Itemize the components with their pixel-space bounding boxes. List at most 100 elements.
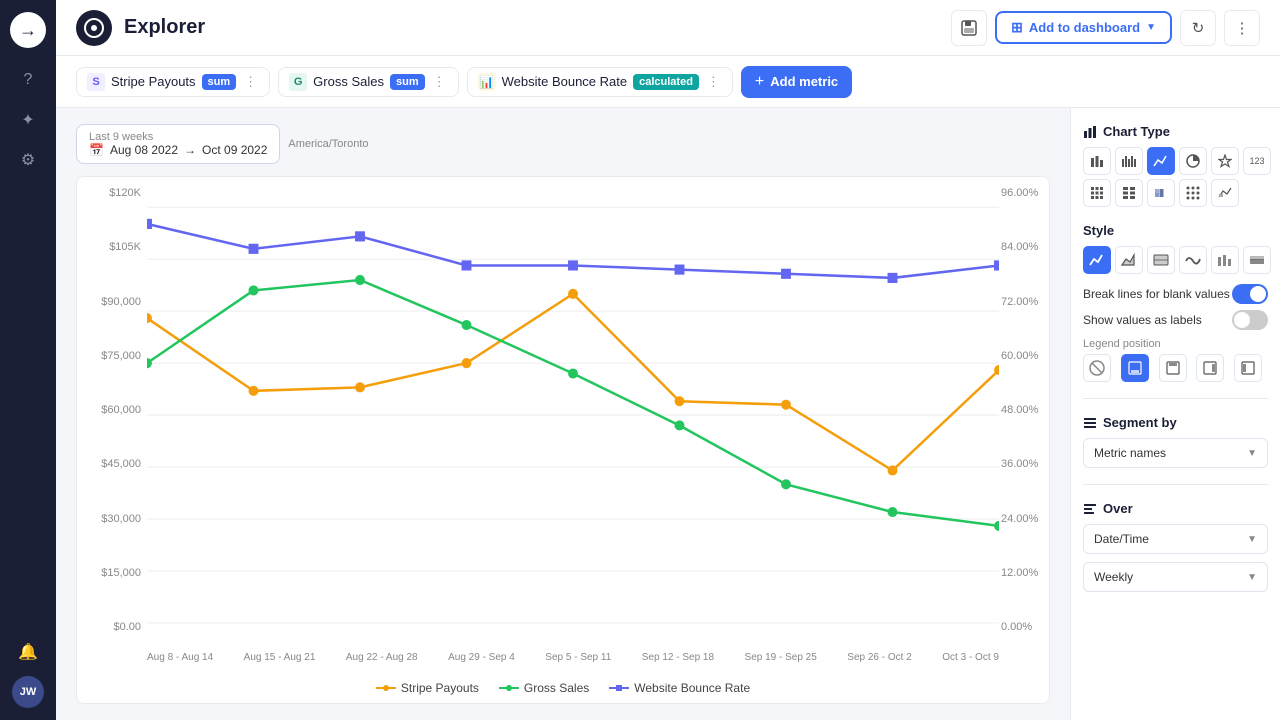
y-right-label: 96.00% [1001, 187, 1045, 199]
legend-pos-btn-2[interactable] [1159, 354, 1187, 382]
gross-sales-icon: G [289, 73, 307, 91]
x-label: Sep 12 - Sep 18 [642, 652, 714, 663]
over-dropdown[interactable]: Date/Time ▼ [1083, 524, 1268, 554]
page-title: Explorer [124, 16, 205, 39]
show-values-label: Show values as labels [1083, 313, 1202, 327]
y-left-label: $15,000 [81, 567, 141, 579]
bounce-rate-label: Website Bounce Rate [502, 74, 628, 89]
date-start: Aug 08 2022 [110, 143, 178, 157]
sidebar: → ? ✦ ⚙ 🔔 JW [0, 0, 56, 720]
chart-type-btn-5[interactable]: 123 [1243, 147, 1271, 175]
metric-chip-gross[interactable]: G Gross Sales sum ⋮ [278, 67, 458, 97]
segment-section: Segment by Metric names ▼ [1083, 415, 1268, 468]
legend-pos-btn-1[interactable] [1121, 354, 1149, 382]
x-axis-labels: Aug 8 - Aug 14Aug 15 - Aug 21Aug 22 - Au… [147, 652, 999, 663]
legend-position-grid [1083, 354, 1268, 382]
bounce-rate-icon: 📊 [478, 73, 496, 91]
y-left-label: $90,000 [81, 296, 141, 308]
sidebar-item-settings[interactable]: ⚙ [12, 144, 44, 176]
sidebar-item-explore[interactable]: ✦ [12, 104, 44, 136]
y-left-label: $60,000 [81, 404, 141, 416]
topbar: Explorer ⊞ Add to dashboard ▼ ↻ ⋮ [56, 0, 1280, 56]
y-right-label: 0.00% [1001, 621, 1045, 633]
style-section: Style Break lines for blank values Show … [1083, 223, 1268, 382]
stripe-more-icon[interactable]: ⋮ [242, 74, 259, 90]
y-right-label: 84.00% [1001, 241, 1045, 253]
more-options-button[interactable]: ⋮ [1224, 10, 1260, 46]
style-btn-3[interactable] [1179, 246, 1207, 274]
legend-stripe-label: Stripe Payouts [401, 681, 479, 695]
chart-type-grid: 123 [1083, 147, 1268, 207]
y-left-label: $75,000 [81, 350, 141, 362]
save-button[interactable] [951, 10, 987, 46]
y-axis-left: $120K$105K$90,000$75,000$60,000$45,000$3… [81, 187, 141, 633]
chart-type-btn-9[interactable] [1179, 179, 1207, 207]
show-values-toggle[interactable] [1232, 310, 1268, 330]
content-area: Last 9 weeks 📅 Aug 08 2022 → Oct 09 2022… [56, 108, 1280, 720]
x-label: Sep 19 - Sep 25 [745, 652, 817, 663]
legend-bounce: Website Bounce Rate [609, 681, 750, 695]
over-dropdown-arrow: ▼ [1247, 534, 1257, 545]
date-range-label: Last 9 weeks [89, 131, 267, 143]
style-btn-2[interactable] [1147, 246, 1175, 274]
date-range-picker[interactable]: Last 9 weeks 📅 Aug 08 2022 → Oct 09 2022 [76, 124, 280, 164]
chart-type-btn-2[interactable] [1147, 147, 1175, 175]
x-label: Sep 26 - Oct 2 [847, 652, 911, 663]
main-area: Explorer ⊞ Add to dashboard ▼ ↻ ⋮ S Stri… [56, 0, 1280, 720]
segment-dropdown-arrow: ▼ [1247, 448, 1257, 459]
metric-bar: S Stripe Payouts sum ⋮ G Gross Sales sum… [56, 56, 1280, 108]
over-placeholder: Date/Time [1094, 532, 1149, 546]
frequency-dropdown[interactable]: Weekly ▼ [1083, 562, 1268, 592]
chart-type-btn-1[interactable] [1115, 147, 1143, 175]
frequency-placeholder: Weekly [1094, 570, 1133, 584]
over-title: Over [1083, 501, 1268, 516]
style-btn-0[interactable] [1083, 246, 1111, 274]
chart-type-btn-3[interactable] [1179, 147, 1207, 175]
chart-type-btn-7[interactable] [1115, 179, 1143, 207]
chart-type-section: Chart Type 123 [1083, 124, 1268, 207]
y-right-label: 60.00% [1001, 350, 1045, 362]
sidebar-item-help[interactable]: ? [12, 64, 44, 96]
style-btn-4[interactable] [1211, 246, 1239, 274]
bounce-more-icon[interactable]: ⋮ [705, 74, 722, 90]
y-right-label: 48.00% [1001, 404, 1045, 416]
right-panel: Chart Type 123 Style Break lines for bla… [1070, 108, 1280, 720]
break-lines-toggle[interactable] [1232, 284, 1268, 304]
chart-type-btn-6[interactable] [1083, 179, 1111, 207]
date-arrow-icon: → [184, 143, 196, 157]
chart-type-btn-10[interactable] [1211, 179, 1239, 207]
date-end: Oct 09 2022 [202, 143, 267, 157]
legend-pos-btn-3[interactable] [1196, 354, 1224, 382]
sidebar-item-bell[interactable]: 🔔 [12, 636, 44, 668]
metric-chip-stripe[interactable]: S Stripe Payouts sum ⋮ [76, 67, 270, 97]
topbar-actions: ⊞ Add to dashboard ▼ ↻ ⋮ [951, 10, 1260, 46]
legend-pos-btn-0[interactable] [1083, 354, 1111, 382]
chart-type-btn-0[interactable] [1083, 147, 1111, 175]
x-label: Oct 3 - Oct 9 [942, 652, 999, 663]
refresh-button[interactable]: ↻ [1180, 10, 1216, 46]
add-to-dashboard-button[interactable]: ⊞ Add to dashboard ▼ [995, 11, 1172, 44]
chart-svg [147, 187, 999, 633]
stripe-badge: sum [202, 74, 237, 90]
style-btn-1[interactable] [1115, 246, 1143, 274]
chart-type-btn-8[interactable] [1147, 179, 1175, 207]
show-values-toggle-row: Show values as labels [1083, 310, 1268, 330]
legend-gross: Gross Sales [499, 681, 589, 695]
chart-panel: Last 9 weeks 📅 Aug 08 2022 → Oct 09 2022… [56, 108, 1070, 720]
add-metric-button[interactable]: + Add metric [741, 66, 852, 98]
metric-chip-bounce[interactable]: 📊 Website Bounce Rate calculated ⋮ [467, 67, 733, 97]
chart-type-btn-4[interactable] [1211, 147, 1239, 175]
y-left-label: $45,000 [81, 458, 141, 470]
legend-pos-btn-4[interactable] [1234, 354, 1262, 382]
sidebar-avatar[interactable]: JW [12, 676, 44, 708]
y-axis-right: 96.00%84.00%72.00%60.00%48.00%36.00%24.0… [1001, 187, 1045, 633]
legend-stripe: Stripe Payouts [376, 681, 479, 695]
x-label: Sep 5 - Sep 11 [545, 652, 611, 663]
style-btn-5[interactable] [1243, 246, 1271, 274]
gross-sales-label: Gross Sales [313, 74, 384, 89]
segment-dropdown[interactable]: Metric names ▼ [1083, 438, 1268, 468]
add-metric-plus-icon: + [755, 73, 764, 91]
date-range-dates: 📅 Aug 08 2022 → Oct 09 2022 [89, 143, 267, 157]
gross-more-icon[interactable]: ⋮ [431, 74, 448, 90]
calendar-icon: 📅 [89, 143, 104, 157]
